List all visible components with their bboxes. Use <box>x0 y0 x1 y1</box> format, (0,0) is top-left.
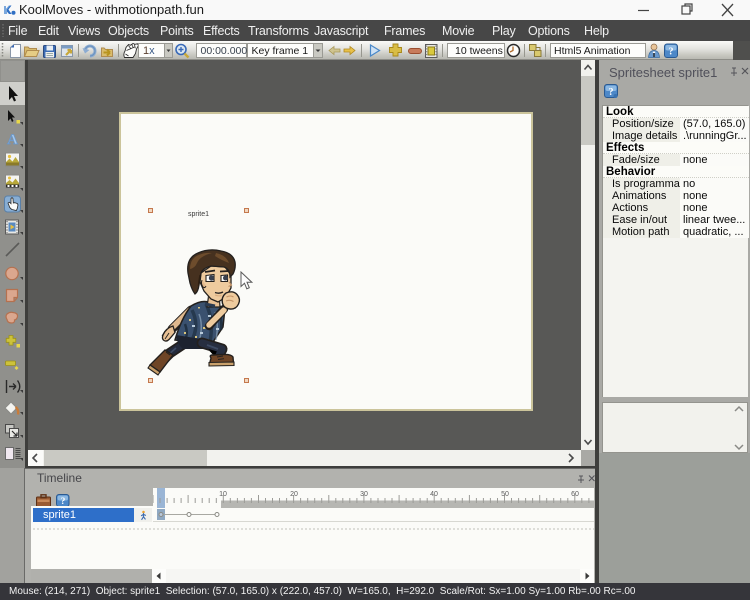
svg-text:?: ? <box>669 47 674 58</box>
svg-text:Html5 Animation: Html5 Animation <box>554 45 631 57</box>
svg-text:00:00.000: 00:00.000 <box>201 45 248 57</box>
svg-text:30: 30 <box>360 491 368 498</box>
svg-text:60: 60 <box>571 491 579 498</box>
svg-text:10: 10 <box>219 491 227 498</box>
svg-text:20: 20 <box>290 491 298 498</box>
svg-text:Key frame 1: Key frame 1 <box>252 45 309 57</box>
svg-text:1x: 1x <box>143 45 155 57</box>
svg-text:10 tweens: 10 tweens <box>455 45 503 57</box>
svg-text:50: 50 <box>501 491 509 498</box>
svg-text:40: 40 <box>430 491 438 498</box>
svg-text:?: ? <box>609 87 614 98</box>
svg-text:A: A <box>7 132 18 148</box>
